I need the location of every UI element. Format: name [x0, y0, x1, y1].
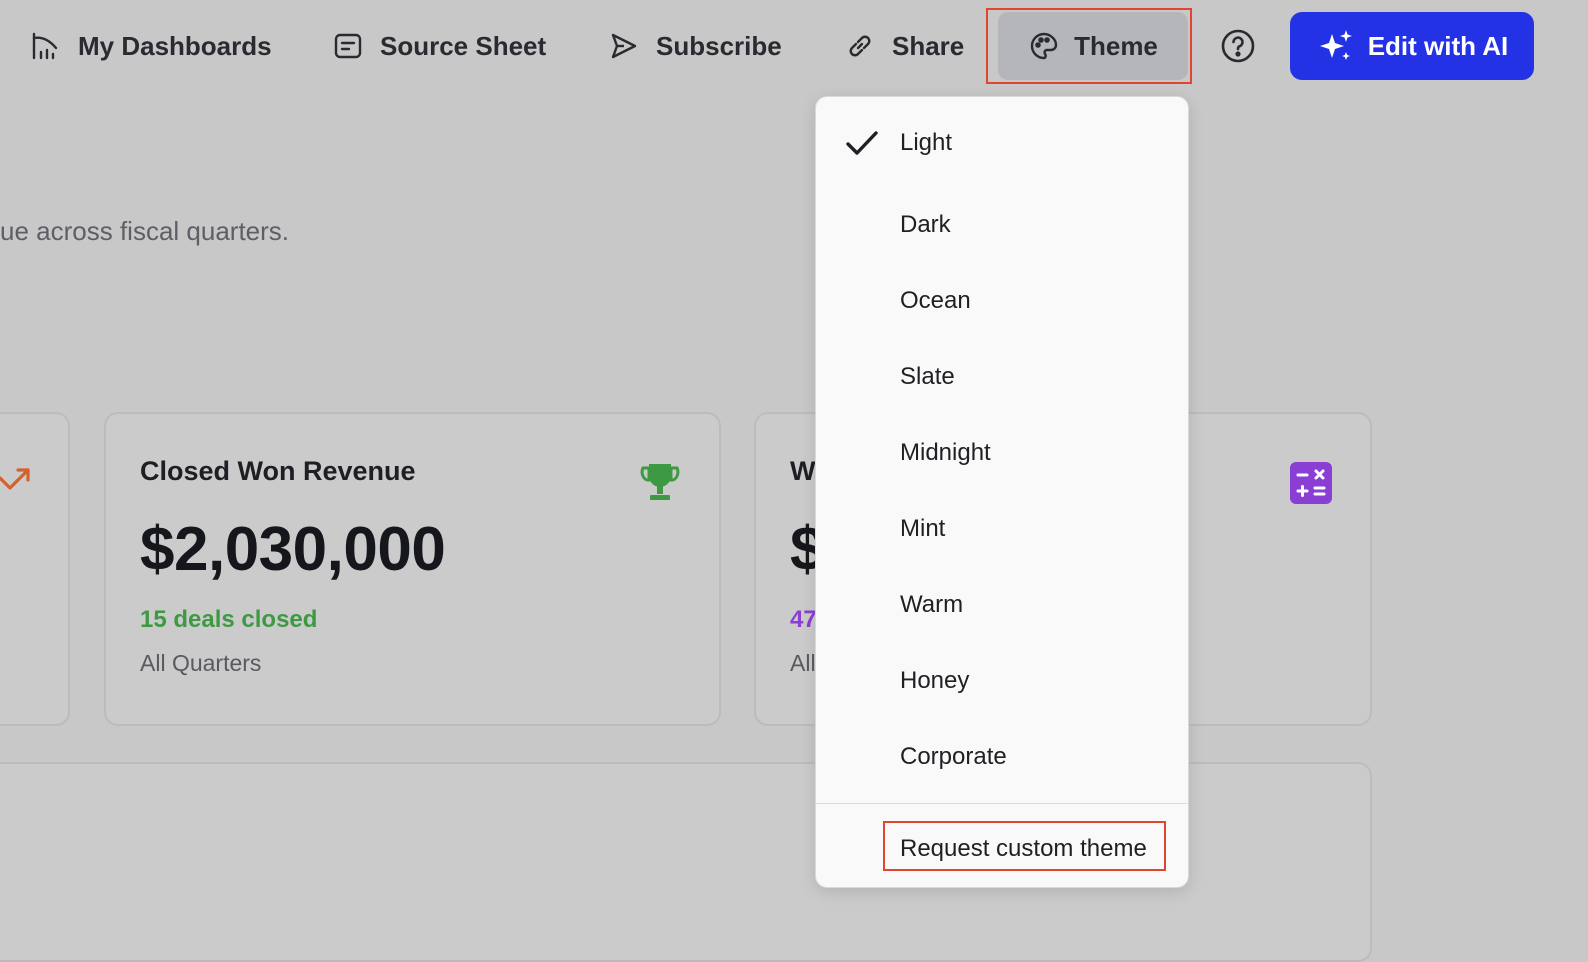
send-icon [611, 33, 637, 59]
theme-option-label: Slate [900, 363, 955, 390]
theme-label: Theme [1074, 30, 1158, 61]
trophy-icon [640, 464, 680, 500]
card-subtext: All Quarters [140, 650, 262, 676]
theme-option-label: Dark [900, 211, 951, 238]
source-sheet-label: Source Sheet [380, 30, 547, 61]
edit-with-ai-label: Edit with AI [1367, 30, 1509, 61]
sparkle-icon [1319, 30, 1352, 60]
theme-option-label: Warm [900, 591, 964, 618]
subscribe-button[interactable]: Subscribe [608, 12, 782, 80]
request-custom-theme-label: Request custom theme [900, 835, 1147, 862]
kpi-card-left [0, 412, 70, 726]
dashboards-chart-icon [32, 32, 58, 60]
kpi-card-closed-won-revenue: Closed Won Revenue $2,030,000 15 deals c… [104, 412, 721, 726]
theme-option-midnight[interactable]: Midnight [816, 423, 1188, 483]
theme-option-corporate[interactable]: Corporate [816, 727, 1188, 787]
card-subtext: All [790, 650, 816, 676]
theme-option-label: Ocean [900, 287, 971, 314]
card-note: 47 [790, 606, 817, 633]
my-dashboards-button[interactable]: My Dashboards [30, 12, 272, 80]
check-icon [846, 131, 878, 155]
theme-option-dark[interactable]: Dark [816, 195, 1188, 255]
help-icon[interactable] [1220, 28, 1256, 64]
top-toolbar: My Dashboards Source Sheet Subscribe Sha… [0, 0, 1588, 92]
theme-dropdown-menu: Light Dark Ocean Slate Midnight Mint War… [815, 96, 1189, 888]
palette-icon [1030, 32, 1058, 60]
theme-option-warm[interactable]: Warm [816, 575, 1188, 635]
card-value: $2,030,000 [140, 515, 446, 584]
theme-option-slate[interactable]: Slate [816, 347, 1188, 407]
theme-button[interactable]: Theme [998, 12, 1188, 80]
menu-divider [816, 803, 1188, 804]
calculator-icon [1290, 462, 1332, 504]
sheet-icon [334, 33, 362, 59]
subscribe-label: Subscribe [656, 30, 782, 61]
theme-option-label: Light [900, 129, 953, 156]
theme-option-label: Honey [900, 667, 970, 694]
theme-option-label: Midnight [900, 439, 991, 466]
my-dashboards-label: My Dashboards [78, 30, 272, 61]
link-icon [849, 35, 871, 57]
theme-option-label: Mint [900, 515, 946, 542]
theme-option-label: Corporate [900, 743, 1007, 770]
edit-with-ai-button[interactable]: Edit with AI [1290, 12, 1534, 80]
request-custom-theme-option[interactable]: Request custom theme [816, 819, 1188, 879]
card-note: 15 deals closed [140, 606, 318, 633]
dashboard-subtitle: ue across fiscal quarters. [0, 216, 290, 246]
theme-option-ocean[interactable]: Ocean [816, 271, 1188, 331]
card-title: W [790, 456, 816, 486]
source-sheet-button[interactable]: Source Sheet [332, 12, 546, 80]
theme-option-mint[interactable]: Mint [816, 499, 1188, 559]
trend-up-icon [0, 468, 30, 490]
card-title: Closed Won Revenue [140, 456, 416, 486]
share-button[interactable]: Share [844, 12, 964, 80]
theme-option-honey[interactable]: Honey [816, 651, 1188, 711]
share-label: Share [892, 30, 965, 61]
theme-option-light[interactable]: Light [816, 113, 1188, 173]
